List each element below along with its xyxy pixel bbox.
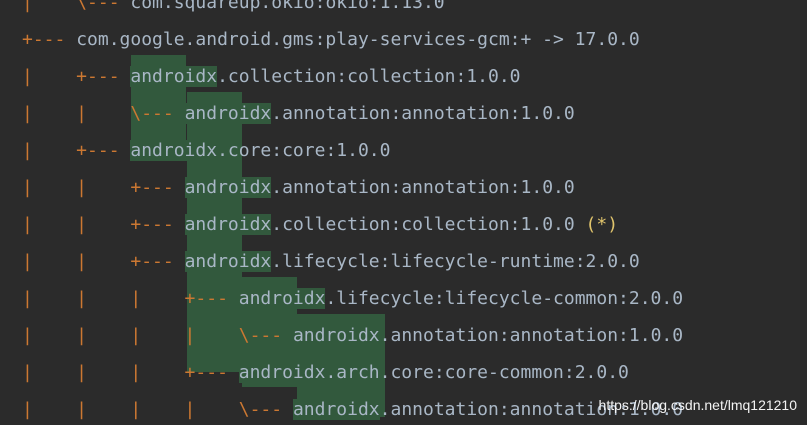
dependency-text: .annotation:annotation:1.0.0 <box>271 103 575 124</box>
watermark: https://blog.csdn.net/lmq121210 <box>598 397 797 413</box>
dependency-text: .lifecycle:lifecycle-runtime:2.0.0 <box>271 251 640 272</box>
dependency-line: | | | | \--- androidx.annotation:annotat… <box>22 321 683 351</box>
tree-prefix: | | | +--- <box>22 362 239 383</box>
tree-prefix: | | +--- <box>22 251 185 272</box>
dependency-text: .collection:collection:1.0.0 <box>217 66 521 87</box>
dependency-text: .annotation:annotation:1.0.0 <box>379 325 684 346</box>
search-highlight: androidx <box>184 103 272 124</box>
tree-prefix: | +--- <box>22 66 131 87</box>
dependency-text: .annotation:annotation:1.0.0 <box>271 177 575 198</box>
dependency-line: | \--- com.squareup.okio:okio:1.13.0 <box>22 0 445 18</box>
tree-prefix: | \--- <box>22 0 131 13</box>
dependency-text: com.google.android.gms:play-services-gcm… <box>76 29 640 50</box>
tree-prefix: | | | | \--- <box>22 325 293 346</box>
dependency-line: | | +--- androidx.annotation:annotation:… <box>22 173 575 203</box>
tree-prefix: | | \--- <box>22 103 185 124</box>
search-highlight: androidx <box>184 214 272 235</box>
search-highlight: androidx <box>238 288 326 309</box>
search-highlight: androidx <box>184 177 272 198</box>
search-highlight: androidx <box>130 140 218 161</box>
search-highlight: androidx <box>184 251 272 272</box>
dependency-line: | | +--- androidx.lifecycle:lifecycle-ru… <box>22 247 640 277</box>
tree-prefix: +--- <box>22 29 77 50</box>
tree-prefix: | | +--- <box>22 177 185 198</box>
dependency-line: | | | +--- androidx.arch.core:core-commo… <box>22 358 629 388</box>
omitted-mark: (*) <box>574 214 619 235</box>
tree-prefix: | | +--- <box>22 214 185 235</box>
dependency-text: .core:core:1.0.0 <box>217 140 391 161</box>
dependency-line: | +--- androidx.core:core:1.0.0 <box>22 136 390 166</box>
search-highlight: androidx <box>130 66 218 87</box>
dependency-line: | +--- androidx.collection:collection:1.… <box>22 62 521 92</box>
dependency-tree-console: | \--- com.squareup.okio:okio:1.13.0 +---… <box>0 0 807 420</box>
search-highlight: androidx <box>238 362 326 383</box>
dependency-line: | | | | \--- androidx.annotation:annotat… <box>22 395 683 425</box>
dependency-text: .collection:collection:1.0.0 <box>271 214 575 235</box>
dependency-line: | | +--- androidx.collection:collection:… <box>22 210 618 240</box>
dependency-line: +--- com.google.android.gms:play-service… <box>22 25 640 55</box>
search-highlight: androidx <box>292 325 380 346</box>
dependency-line: | | \--- androidx.annotation:annotation:… <box>22 99 575 129</box>
dependency-text: .lifecycle:lifecycle-common:2.0.0 <box>325 288 684 309</box>
dependency-line: | | | +--- androidx.lifecycle:lifecycle-… <box>22 284 683 314</box>
dependency-text: .arch.core:core-common:2.0.0 <box>325 362 629 383</box>
dependency-text: com.squareup.okio:okio:1.13.0 <box>130 0 445 13</box>
tree-prefix: | | | +--- <box>22 288 239 309</box>
tree-prefix: | +--- <box>22 140 131 161</box>
